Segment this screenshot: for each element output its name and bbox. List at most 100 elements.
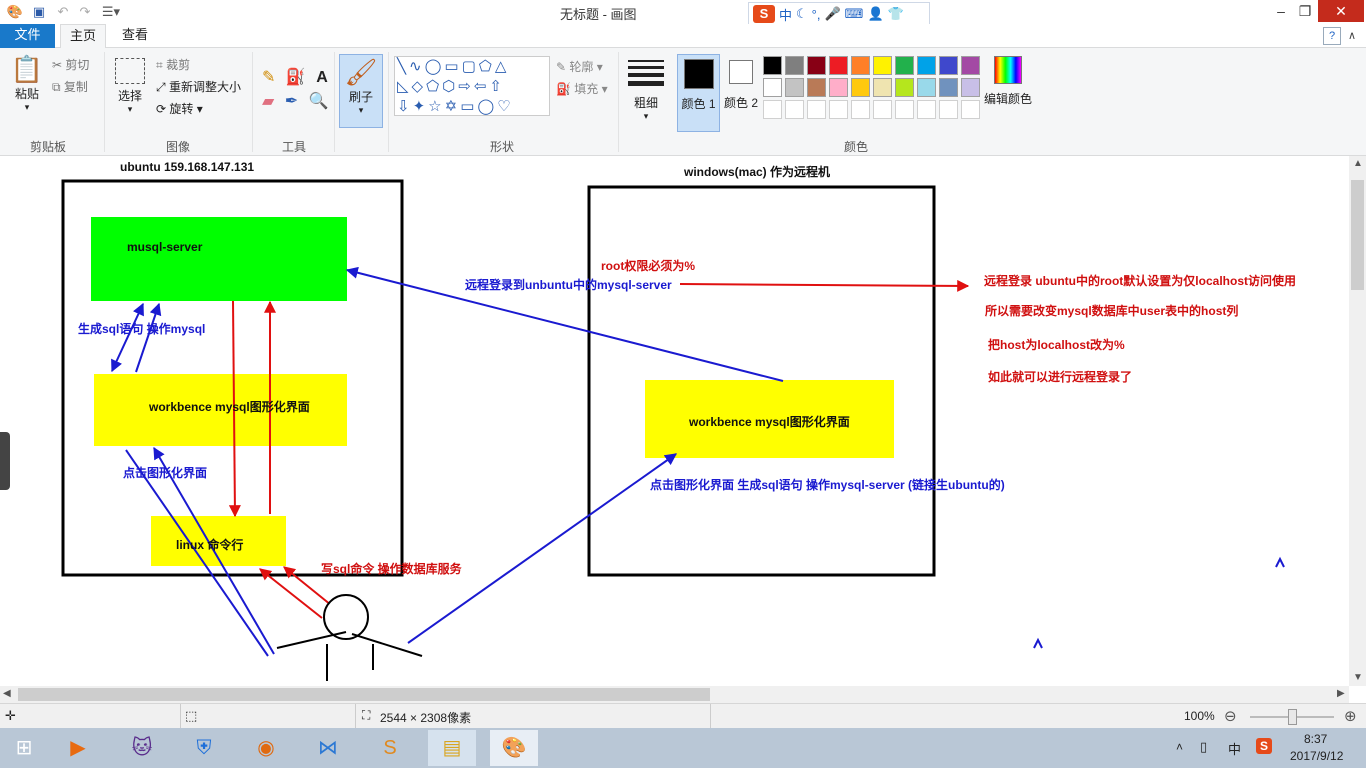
curve-shape-icon[interactable]: ∿: [409, 58, 425, 75]
brush-dropdown-icon[interactable]: ▾: [340, 105, 382, 116]
scroll-left-icon[interactable]: ◀: [3, 688, 11, 699]
ime-user-icon[interactable]: 👤: [867, 6, 883, 22]
help-button[interactable]: ?: [1323, 27, 1341, 45]
zoom-in-button[interactable]: ⊕: [1344, 707, 1357, 725]
scroll-up-icon[interactable]: ▲: [1353, 158, 1363, 169]
ime-skin-icon[interactable]: 👕: [888, 6, 904, 22]
up-arrow-shape-icon[interactable]: ⇧: [489, 78, 505, 95]
collapse-ribbon-icon[interactable]: ∧: [1348, 29, 1356, 42]
vertical-scroll-thumb[interactable]: [1351, 180, 1364, 290]
palette-swatch[interactable]: [873, 56, 892, 75]
ime-punctuation-icon[interactable]: °,: [812, 7, 821, 22]
palette-swatch[interactable]: [807, 56, 826, 75]
palette-swatch[interactable]: [785, 100, 804, 119]
zoom-slider-thumb[interactable]: [1288, 709, 1297, 725]
select-dropdown-icon[interactable]: ▾: [114, 104, 146, 115]
palette-swatch[interactable]: [873, 78, 892, 97]
palette-swatch[interactable]: [807, 78, 826, 97]
video-player-icon[interactable]: ▶: [54, 730, 102, 766]
color-picker-icon[interactable]: ✒: [285, 93, 298, 110]
diamond-shape-icon[interactable]: ◇: [412, 78, 427, 95]
ime-toolbar[interactable]: S 中 ☾ °, 🎤 ⌨ 👤 👕: [748, 2, 930, 26]
tray-ime-indicator[interactable]: 中: [1228, 739, 1241, 758]
edit-colors-button[interactable]: 编辑颜色: [982, 56, 1034, 107]
five-star-shape-icon[interactable]: ☆: [428, 98, 444, 115]
palette-swatch[interactable]: [851, 56, 870, 75]
visual-studio-code-icon[interactable]: ⋈: [304, 730, 352, 766]
palette-swatch[interactable]: [939, 78, 958, 97]
fill-button[interactable]: ⛽ 填充 ▾: [556, 80, 608, 97]
color1-button[interactable]: 颜色 1: [677, 54, 720, 132]
tab-file[interactable]: 文件: [0, 24, 55, 48]
heart-shape-icon[interactable]: ♡: [497, 98, 513, 115]
ime-microphone-icon[interactable]: 🎤: [824, 6, 840, 22]
palette-swatch[interactable]: [807, 100, 826, 119]
palette-swatch[interactable]: [895, 56, 914, 75]
sublime-text-icon[interactable]: S: [366, 730, 414, 766]
file-explorer-icon[interactable]: ▤: [428, 730, 476, 766]
crop-button[interactable]: ⌗ 裁剪: [156, 56, 190, 73]
side-widget[interactable]: [0, 432, 10, 490]
palette-swatch[interactable]: [829, 56, 848, 75]
paste-dropdown-icon[interactable]: ▾: [10, 102, 44, 113]
select-button[interactable]: 选择 ▾: [114, 58, 146, 115]
palette-swatch[interactable]: [829, 100, 848, 119]
cut-button[interactable]: ✂ 剪切: [52, 56, 89, 73]
start-windows-icon[interactable]: ⊞: [0, 730, 48, 766]
color2-button[interactable]: 颜色 2: [722, 54, 760, 111]
ime-chinese-mode[interactable]: 中: [779, 5, 792, 24]
ime-moon-icon[interactable]: ☾: [796, 6, 808, 22]
right-triangle-shape-icon[interactable]: ◺: [397, 78, 412, 95]
fill-bucket-icon[interactable]: ⛽: [286, 69, 306, 86]
hexagon-shape-icon[interactable]: ⬡: [442, 78, 458, 95]
save-icon[interactable]: ▣: [30, 3, 48, 21]
tab-home[interactable]: 主页: [60, 24, 106, 49]
quick-access-menu-icon[interactable]: ☰▾: [100, 3, 122, 21]
palette-swatch[interactable]: [829, 78, 848, 97]
palette-swatch[interactable]: [785, 56, 804, 75]
six-star-shape-icon[interactable]: ✡: [445, 98, 461, 115]
scroll-right-icon[interactable]: ▶: [1337, 688, 1345, 699]
security-shield-icon[interactable]: ⛨: [180, 730, 228, 766]
palette-swatch[interactable]: [961, 78, 980, 97]
right-arrow-shape-icon[interactable]: ⇨: [458, 78, 474, 95]
pentagon-shape-icon[interactable]: ⬠: [426, 78, 442, 95]
palette-swatch[interactable]: [939, 100, 958, 119]
palette-swatch[interactable]: [851, 100, 870, 119]
triangle-shape-icon[interactable]: △: [495, 58, 510, 75]
cat-app-icon[interactable]: 🐱: [118, 730, 166, 766]
left-arrow-shape-icon[interactable]: ⇦: [474, 78, 490, 95]
copy-button[interactable]: ⧉ 复制: [52, 78, 88, 95]
clock-time[interactable]: 8:37: [1304, 732, 1327, 746]
tray-network-icon[interactable]: ▯: [1200, 739, 1207, 755]
zoom-out-button[interactable]: ⊖: [1224, 707, 1237, 725]
tray-chevron-icon[interactable]: ˄: [1176, 740, 1183, 754]
sogou-logo-icon[interactable]: S: [753, 5, 775, 23]
size-button[interactable]: 粗细 ▾: [628, 58, 664, 122]
pencil-icon[interactable]: ✎: [262, 69, 275, 86]
palette-swatch[interactable]: [895, 78, 914, 97]
palette-swatch[interactable]: [917, 56, 936, 75]
palette-swatch[interactable]: [763, 56, 782, 75]
horizontal-scroll-thumb[interactable]: [18, 688, 710, 701]
rectangle-shape-icon[interactable]: ▭: [444, 58, 461, 75]
size-dropdown-icon[interactable]: ▾: [628, 111, 664, 122]
ime-keyboard-icon[interactable]: ⌨: [845, 6, 864, 22]
brushes-button[interactable]: 🖌 刷子 ▾: [339, 54, 383, 128]
polygon-shape-icon[interactable]: ⬠: [479, 58, 495, 75]
oval-callout-shape-icon[interactable]: ◯: [477, 98, 497, 115]
clock-date[interactable]: 2017/9/12: [1290, 749, 1343, 763]
scroll-down-icon[interactable]: ▼: [1353, 672, 1363, 683]
undo-icon[interactable]: ↶: [54, 3, 72, 21]
drawing-canvas[interactable]: ubuntu 159.168.147.131 windows(mac) 作为远程…: [0, 156, 1349, 686]
palette-swatch[interactable]: [895, 100, 914, 119]
eraser-icon[interactable]: ▰: [262, 93, 274, 110]
palette-swatch[interactable]: [917, 78, 936, 97]
palette-swatch[interactable]: [763, 78, 782, 97]
four-star-shape-icon[interactable]: ✦: [413, 98, 429, 115]
rotate-button[interactable]: ⟳ 旋转 ▾: [156, 100, 203, 117]
tray-sogou-icon[interactable]: S: [1256, 738, 1272, 754]
magnifier-icon[interactable]: 🔍: [309, 93, 329, 110]
line-shape-icon[interactable]: ╲: [397, 58, 409, 75]
palette-swatch[interactable]: [873, 100, 892, 119]
